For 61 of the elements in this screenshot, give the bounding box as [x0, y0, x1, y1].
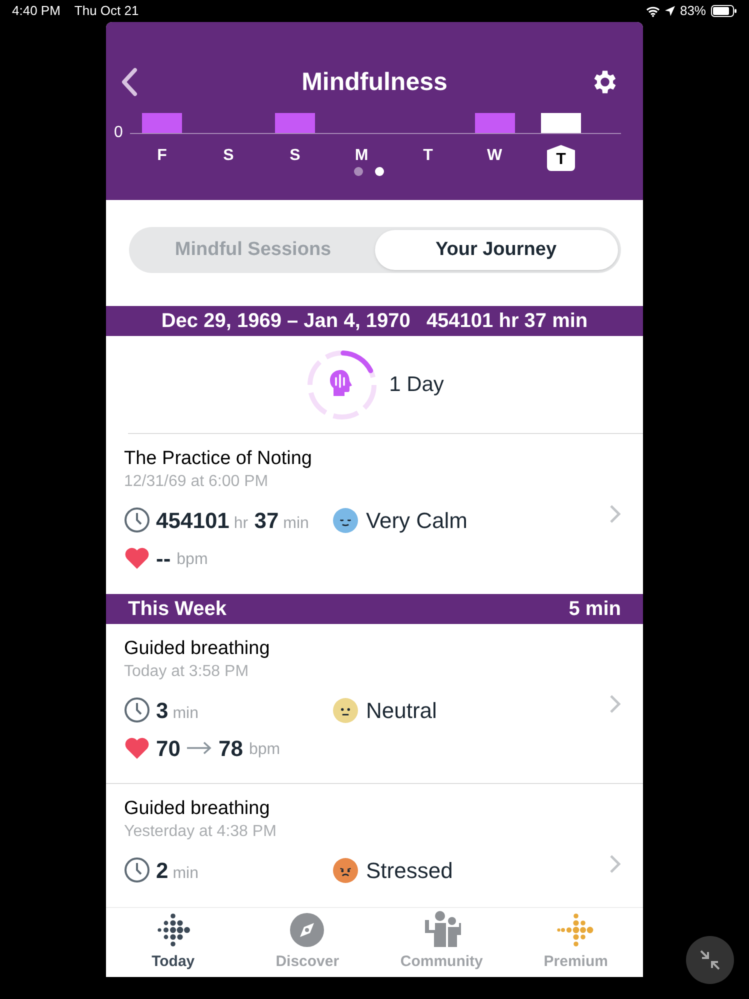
axis-label: 0 [114, 123, 123, 143]
neutral-face-icon [333, 698, 358, 722]
session-title: Guided breathing [124, 637, 271, 661]
collapse-icon [699, 949, 721, 971]
chevron-icon [609, 504, 621, 524]
day-tab[interactable]: S [290, 145, 300, 167]
dots-logo-icon [556, 912, 595, 946]
status-time: 4:40 PM [12, 2, 60, 20]
day-tab[interactable]: F [157, 145, 167, 167]
selected-day-tab[interactable]: T [547, 145, 575, 171]
dots-logo-icon [156, 912, 190, 946]
duration-value: 3 min [156, 696, 198, 724]
head-icon [330, 370, 352, 396]
session-row[interactable]: Guided breathing Yesterday at 4:38 PM 2 min Stressed [106, 784, 643, 907]
heart-icon [124, 546, 150, 570]
section-total: 5 min [568, 597, 621, 622]
screen-title: Mindfulness [302, 67, 448, 98]
day-tab[interactable]: M [354, 145, 368, 167]
heart-rate-unit: bpm [248, 740, 280, 760]
status-date: Thu Oct 21 [74, 2, 139, 20]
battery-percent: 83% [680, 2, 706, 20]
clock-icon [124, 857, 150, 883]
session-row[interactable]: The Practice of Noting 12/31/69 at 6:00 PM 454101 hr 37 min Very Calm -- bpm [106, 434, 643, 594]
wifi-icon [646, 6, 660, 16]
mood-label: Neutral [366, 696, 437, 724]
minimize-button[interactable] [686, 936, 734, 984]
heart-rate-value: 70 [156, 734, 180, 762]
mood-label: Stressed [366, 856, 453, 884]
chevron-icon [609, 694, 621, 714]
nav-tab[interactable]: Today [106, 908, 240, 977]
day-tab[interactable]: T [423, 145, 433, 167]
heart-rate-value: 78 [218, 734, 243, 762]
stressed-face-icon [333, 858, 358, 882]
clock-icon [124, 507, 150, 533]
session-time: 12/31/69 at 6:00 PM [124, 472, 270, 492]
total-duration: 454101 hr 37 min [426, 309, 588, 334]
compass-icon [290, 912, 324, 946]
session-row[interactable]: Guided breathing Today at 3:58 PM 3 min Neutral 70 78 bpm [106, 624, 643, 784]
duration-value: 454101 hr 37 min [156, 506, 309, 534]
session-time: Yesterday at 4:38 PM [124, 822, 278, 842]
location-icon [664, 6, 675, 16]
streak-label: 1 Day [389, 372, 444, 398]
day-tab[interactable]: S [223, 145, 234, 167]
date-range: Dec 29, 1969 – Jan 4, 1970 [161, 309, 410, 334]
chevron-icon [609, 854, 621, 874]
session-title: Guided breathing [124, 797, 271, 821]
battery-icon [711, 5, 737, 17]
session-time: Today at 3:58 PM [124, 662, 250, 682]
arrow-icon [186, 741, 212, 755]
section-title: This Week [128, 597, 227, 622]
session-title: The Practice of Noting [124, 447, 313, 471]
calm-face-icon [333, 508, 358, 532]
duration-value: 2 min [156, 856, 198, 884]
segment-tab[interactable]: Your Journey [374, 230, 618, 270]
heart-rate-value: -- [156, 544, 171, 572]
mood-label: Very Calm [366, 506, 468, 535]
day-tab[interactable]: W [486, 145, 502, 167]
clock-icon [124, 697, 150, 723]
people-icon [422, 910, 461, 946]
heart-icon [124, 736, 150, 760]
heart-rate-unit: bpm [176, 550, 208, 570]
